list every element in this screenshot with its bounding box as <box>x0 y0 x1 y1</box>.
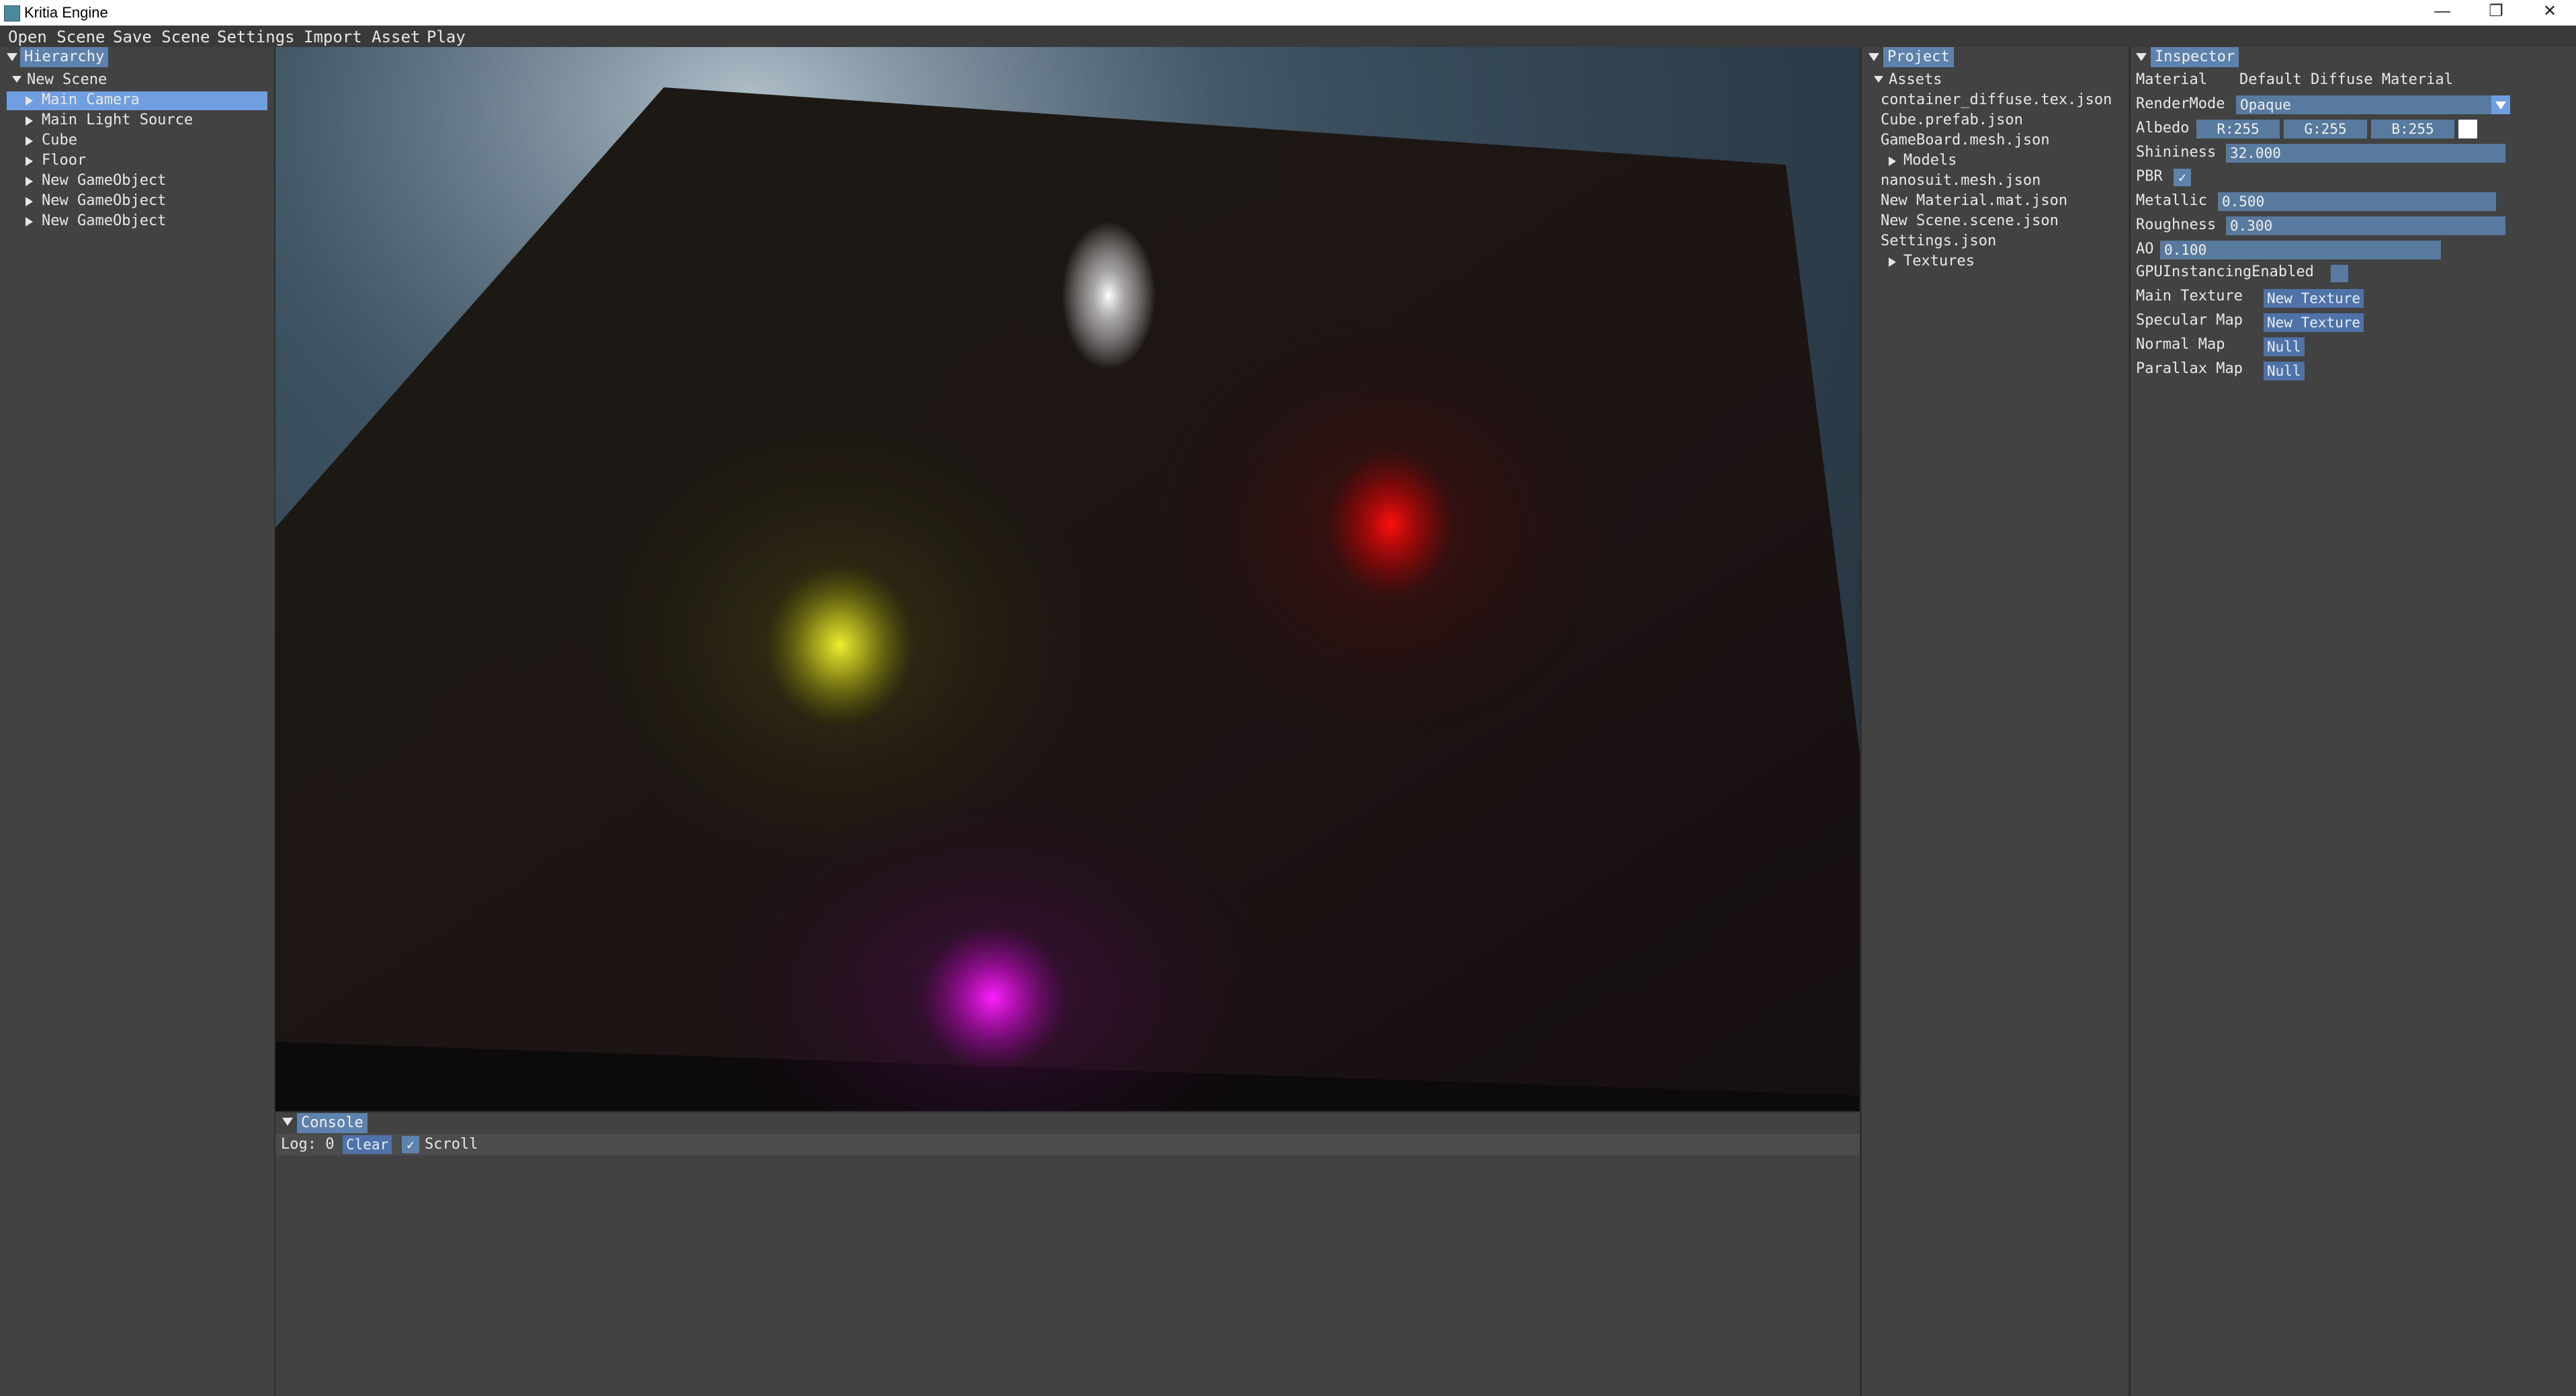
pbr-label: PBR <box>2136 168 2163 185</box>
asset-item[interactable]: New Scene.scene.json <box>1881 212 2059 229</box>
roughness-label: Roughness <box>2136 216 2217 233</box>
chevron-down-icon <box>2495 101 2506 110</box>
console-toolbar <box>275 1134 1860 1155</box>
scene-render <box>275 47 1860 1111</box>
asset-item[interactable]: New Material.mat.json <box>1881 192 2067 209</box>
albedo-g-field[interactable]: G:255 <box>2284 120 2367 138</box>
yellow-light[interactable] <box>766 565 914 726</box>
close-icon[interactable]: ✕ <box>2526 0 2573 26</box>
dropdown-arrow-button[interactable] <box>2491 95 2510 114</box>
material-label: Material <box>2136 71 2207 88</box>
window-title: Kritia Engine <box>24 4 108 21</box>
asset-folder[interactable]: Models <box>1903 152 1957 169</box>
parallax-map-label: Parallax Map <box>2136 360 2243 377</box>
collapse-icon[interactable] <box>2136 53 2147 61</box>
specular-map-label: Specular Map <box>2136 312 2243 329</box>
hierarchy-item[interactable]: New GameObject <box>42 172 166 189</box>
parallax-map-button[interactable]: Null <box>2264 362 2305 380</box>
asset-item[interactable]: container_diffuse.tex.json <box>1881 91 2112 108</box>
log-count: Log: 0 <box>281 1136 335 1153</box>
expand-arrow-icon[interactable] <box>26 177 33 186</box>
material-name: Default Diffuse Material <box>2239 71 2453 88</box>
expand-arrow-icon[interactable] <box>26 217 33 227</box>
expand-arrow-icon[interactable] <box>26 116 33 126</box>
hierarchy-title: Hierarchy <box>20 47 109 67</box>
roughness-slider[interactable]: 0.300 <box>2226 216 2505 235</box>
albedo-label: Albedo <box>2136 120 2190 136</box>
console-panel: Console Log: 0 Clear ✓ Scroll <box>275 1111 1860 1396</box>
asset-item[interactable]: Cube.prefab.json <box>1881 112 2023 128</box>
expand-folder-icon[interactable] <box>1889 157 1896 166</box>
albedo-color-swatch[interactable] <box>2458 120 2477 138</box>
metallic-slider[interactable]: 0.500 <box>2218 192 2496 211</box>
expand-arrow-icon[interactable] <box>26 157 33 166</box>
metallic-label: Metallic <box>2136 192 2207 209</box>
inspector-panel: Inspector Material Default Diffuse Mater… <box>2131 47 2576 1396</box>
menu-save-scene[interactable]: Save Scene <box>113 28 210 46</box>
albedo-r-field[interactable]: R:255 <box>2196 120 2280 138</box>
asset-item[interactable]: GameBoard.mesh.json <box>1881 132 2050 149</box>
hierarchy-item[interactable]: Floor <box>42 152 86 169</box>
scroll-label: Scroll <box>425 1136 478 1153</box>
hierarchy-item[interactable]: Main Light Source <box>42 112 193 128</box>
red-light[interactable] <box>1327 450 1455 598</box>
expand-arrow-icon[interactable] <box>26 96 33 106</box>
expand-arrow-icon[interactable] <box>26 136 33 146</box>
normal-map-button[interactable]: Null <box>2264 337 2305 356</box>
render-mode-label: RenderMode <box>2136 95 2225 112</box>
app-icon <box>4 5 20 22</box>
collapse-icon[interactable] <box>282 1118 293 1126</box>
expand-scene-icon[interactable] <box>12 76 22 83</box>
hierarchy-item[interactable]: Cube <box>42 132 77 149</box>
pbr-checkbox[interactable]: ✓ <box>2174 169 2191 186</box>
main-texture-button[interactable]: New Texture <box>2264 289 2364 308</box>
project-title: Project <box>1883 47 1954 67</box>
ao-label: AO <box>2136 241 2154 257</box>
scene-viewport[interactable] <box>275 47 1860 1111</box>
console-title: Console <box>297 1113 368 1133</box>
white-light[interactable] <box>1062 222 1156 370</box>
expand-arrow-icon[interactable] <box>26 197 33 206</box>
console-top-border <box>275 1111 1860 1112</box>
shininess-field[interactable]: 32.000 <box>2226 144 2505 163</box>
clear-button[interactable]: Clear <box>343 1135 392 1154</box>
assets-root-item[interactable]: Assets <box>1889 71 1942 88</box>
menu-bar: Open Scene Save Scene Settings Import As… <box>0 26 2576 47</box>
main-texture-label: Main Texture <box>2136 288 2243 304</box>
albedo-b-field[interactable]: B:255 <box>2371 120 2454 138</box>
asset-folder[interactable]: Textures <box>1903 253 1975 270</box>
scene-root-item[interactable]: New Scene <box>27 71 107 88</box>
window-titlebar: Kritia Engine — ❐ ✕ <box>0 0 2576 26</box>
minimize-icon[interactable]: — <box>2419 0 2466 26</box>
menu-settings[interactable]: Settings <box>217 28 295 46</box>
asset-item[interactable]: Settings.json <box>1881 233 1996 249</box>
hierarchy-panel: Hierarchy New Scene Main Camera Main Lig… <box>0 47 274 1396</box>
normal-map-label: Normal Map <box>2136 336 2225 353</box>
menu-play[interactable]: Play <box>427 28 466 46</box>
restore-icon[interactable]: ❐ <box>2473 0 2520 26</box>
specular-map-button[interactable]: New Texture <box>2264 313 2364 332</box>
project-panel: Project Assets container_diffuse.tex.jso… <box>1862 47 2129 1396</box>
hierarchy-item[interactable]: New GameObject <box>42 192 166 209</box>
magenta-light[interactable] <box>919 924 1067 1072</box>
asset-item[interactable]: nanosuit.mesh.json <box>1881 172 2041 189</box>
gpu-instancing-checkbox[interactable] <box>2331 265 2348 282</box>
menu-import-asset[interactable]: Import Asset <box>304 28 420 46</box>
collapse-icon[interactable] <box>1869 53 1879 61</box>
hierarchy-item[interactable]: Main Camera <box>42 91 140 108</box>
inspector-title: Inspector <box>2151 47 2239 67</box>
scroll-checkbox[interactable]: ✓ <box>402 1136 419 1153</box>
expand-assets-icon[interactable] <box>1874 76 1883 83</box>
menu-open-scene[interactable]: Open Scene <box>8 28 105 46</box>
ao-slider[interactable]: 0.100 <box>2160 241 2441 259</box>
collapse-icon[interactable] <box>7 53 17 61</box>
render-mode-dropdown[interactable]: Opaque <box>2236 95 2510 114</box>
expand-folder-icon[interactable] <box>1889 257 1896 267</box>
shininess-label: Shininess <box>2136 144 2217 161</box>
hierarchy-item[interactable]: New GameObject <box>42 212 166 229</box>
gpu-instancing-label: GPUInstancingEnabled <box>2136 263 2314 280</box>
console-log-area[interactable] <box>275 1158 1860 1396</box>
